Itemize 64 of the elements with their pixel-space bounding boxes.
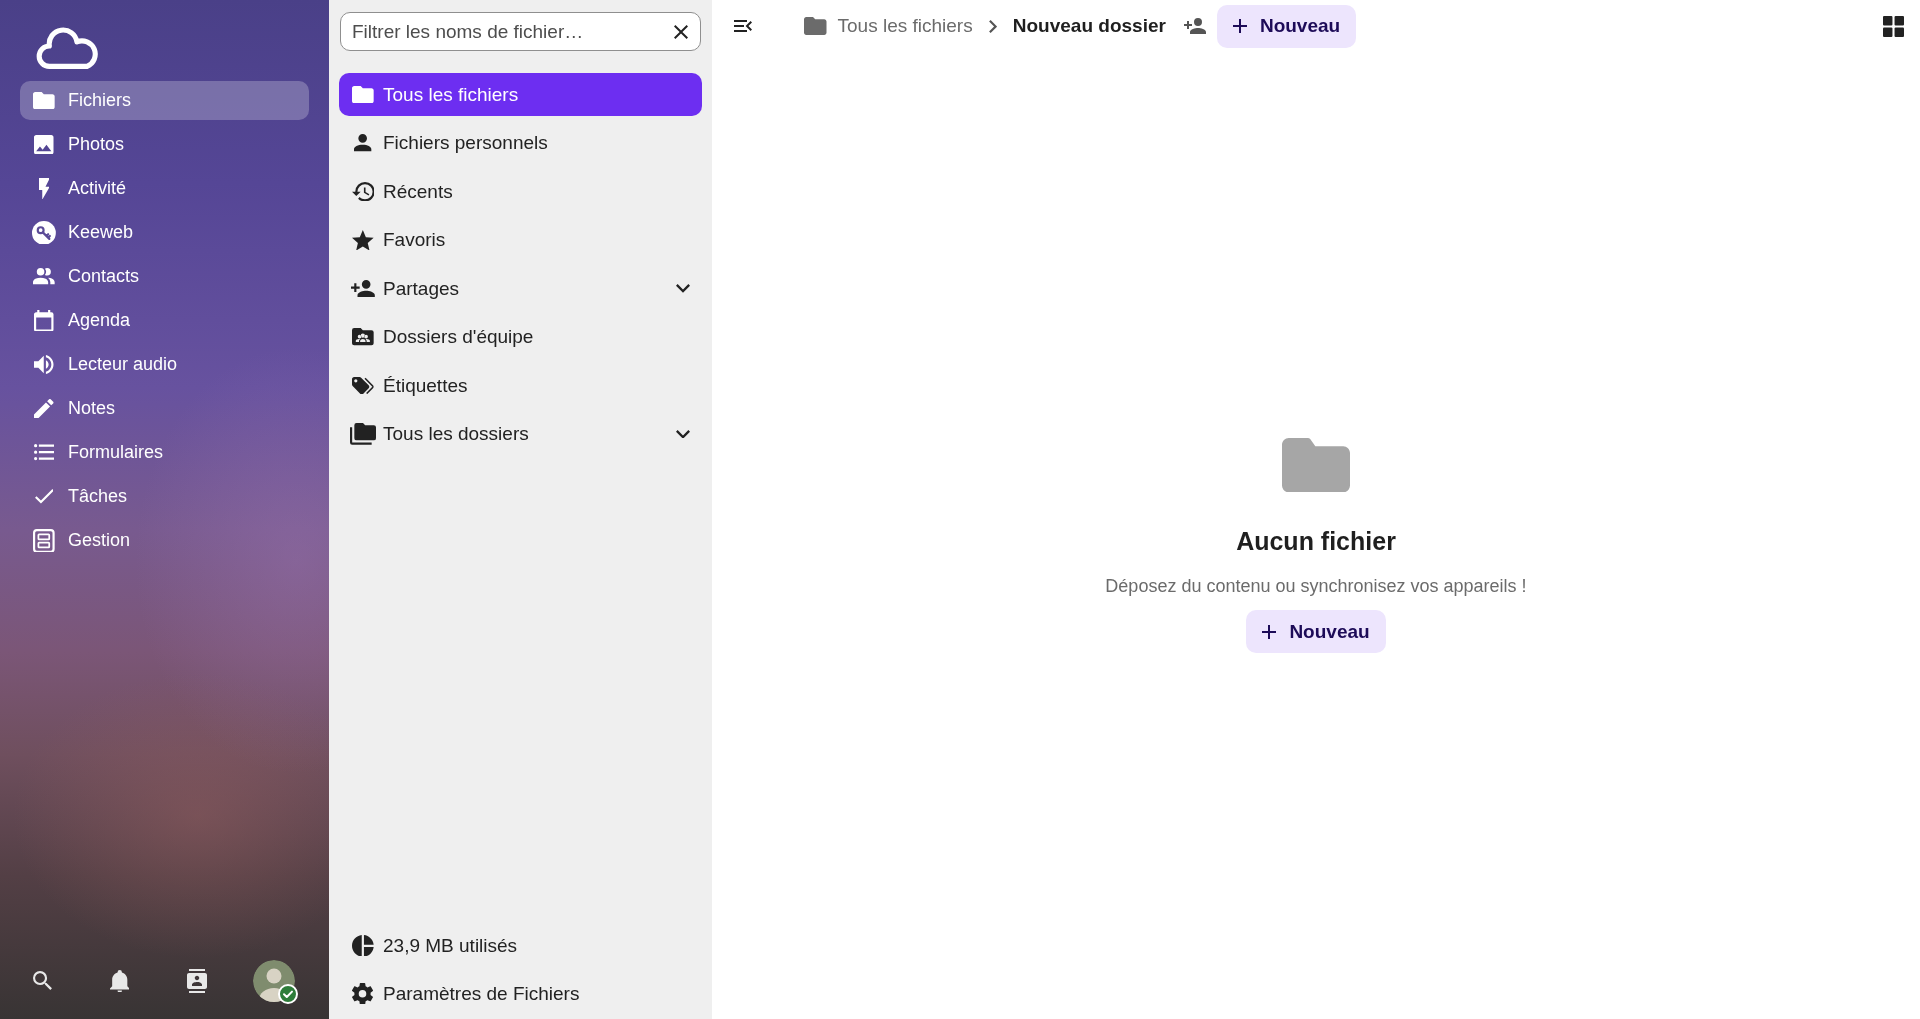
person-plus-icon	[351, 279, 375, 298]
bell-icon[interactable]	[109, 969, 130, 993]
cloud-logo-icon[interactable]	[36, 27, 98, 69]
people-icon	[33, 268, 55, 285]
files-nav-item[interactable]: Fichiers personnels	[339, 121, 702, 165]
app-menu-item[interactable]: Tâches	[20, 477, 309, 516]
checkmark-icon	[34, 489, 54, 504]
history-icon	[351, 181, 375, 202]
image-icon	[34, 134, 54, 155]
app-menu-item[interactable]: Agenda	[20, 301, 309, 340]
files-nav-item[interactable]: Récents	[339, 170, 702, 213]
empty-state-description: Déposez du contenu ou synchronisez vos appareils !	[1105, 575, 1527, 599]
key-icon	[32, 220, 56, 245]
filter-field[interactable]: Filtrer les noms de fichier…	[340, 12, 701, 51]
chevron-down-icon[interactable]	[676, 429, 690, 439]
speaker-icon	[34, 354, 54, 375]
plus-icon	[1232, 19, 1247, 33]
plus-icon	[1262, 624, 1277, 639]
grid-view-icon[interactable]	[1883, 15, 1904, 37]
lightning-icon	[38, 177, 50, 200]
app-menu-item[interactable]: Notes	[20, 389, 309, 428]
app-menu-item[interactable]: Contacts	[20, 257, 309, 296]
tags-icon	[352, 376, 374, 395]
files-nav-item[interactable]: Partages	[339, 267, 702, 310]
empty-state-title: Aucun fichier	[1236, 526, 1396, 557]
files-nav-item[interactable]: Tous les fichiers	[339, 73, 702, 116]
search-icon[interactable]	[32, 971, 53, 991]
close-icon[interactable]	[674, 24, 688, 39]
files-nav-item[interactable]: Favoris	[339, 218, 702, 262]
app-menu-item[interactable]: Formulaires	[20, 433, 309, 472]
app-menu-item[interactable]: Gestion	[20, 521, 309, 560]
list-icon	[34, 444, 54, 461]
person-icon	[354, 134, 372, 152]
folders-icon	[350, 423, 376, 445]
files-nav-item[interactable]: Tous les dossiers	[339, 412, 702, 456]
star-icon	[352, 229, 374, 251]
app-menu-item[interactable]: Lecteur audio	[20, 345, 309, 384]
cabinet-icon	[33, 528, 55, 553]
new-button[interactable]: Nouveau	[1246, 610, 1386, 654]
calendar-icon	[34, 309, 54, 332]
app-menu-item[interactable]: Activité	[20, 169, 309, 208]
team-folder-icon	[352, 328, 374, 346]
new-button[interactable]: Nouveau	[1216, 4, 1357, 48]
contact-card-icon[interactable]	[186, 969, 207, 993]
folder-icon	[33, 91, 55, 110]
app-menu-item[interactable]: Keeweb	[20, 213, 309, 252]
chevron-down-icon[interactable]	[676, 284, 690, 293]
chevron-right-icon	[988, 19, 997, 33]
menu-icon[interactable]	[734, 20, 752, 32]
person-plus-icon[interactable]	[1183, 18, 1206, 34]
app-menu-item[interactable]: Photos	[20, 125, 309, 164]
breadcrumb[interactable]: Tous les fichiers	[798, 15, 979, 37]
files-settings-item[interactable]: Paramètres de Fichiers	[339, 972, 702, 1015]
folder-icon	[352, 85, 374, 104]
files-nav-item[interactable]: Dossiers d'équipe	[339, 315, 702, 359]
files-nav-item[interactable]: Étiquettes	[339, 364, 702, 407]
pencil-icon	[34, 398, 54, 419]
folder-icon	[804, 17, 827, 35]
app-menu-item[interactable]: Fichiers	[20, 81, 309, 120]
settings-icon	[352, 982, 374, 1005]
pie-chart-icon	[352, 934, 374, 957]
folder-icon	[1282, 438, 1350, 493]
storage-usage-item[interactable]: 23,9 MB utilisés	[339, 924, 702, 967]
breadcrumb[interactable]: Nouveau dossier	[1006, 15, 1172, 37]
